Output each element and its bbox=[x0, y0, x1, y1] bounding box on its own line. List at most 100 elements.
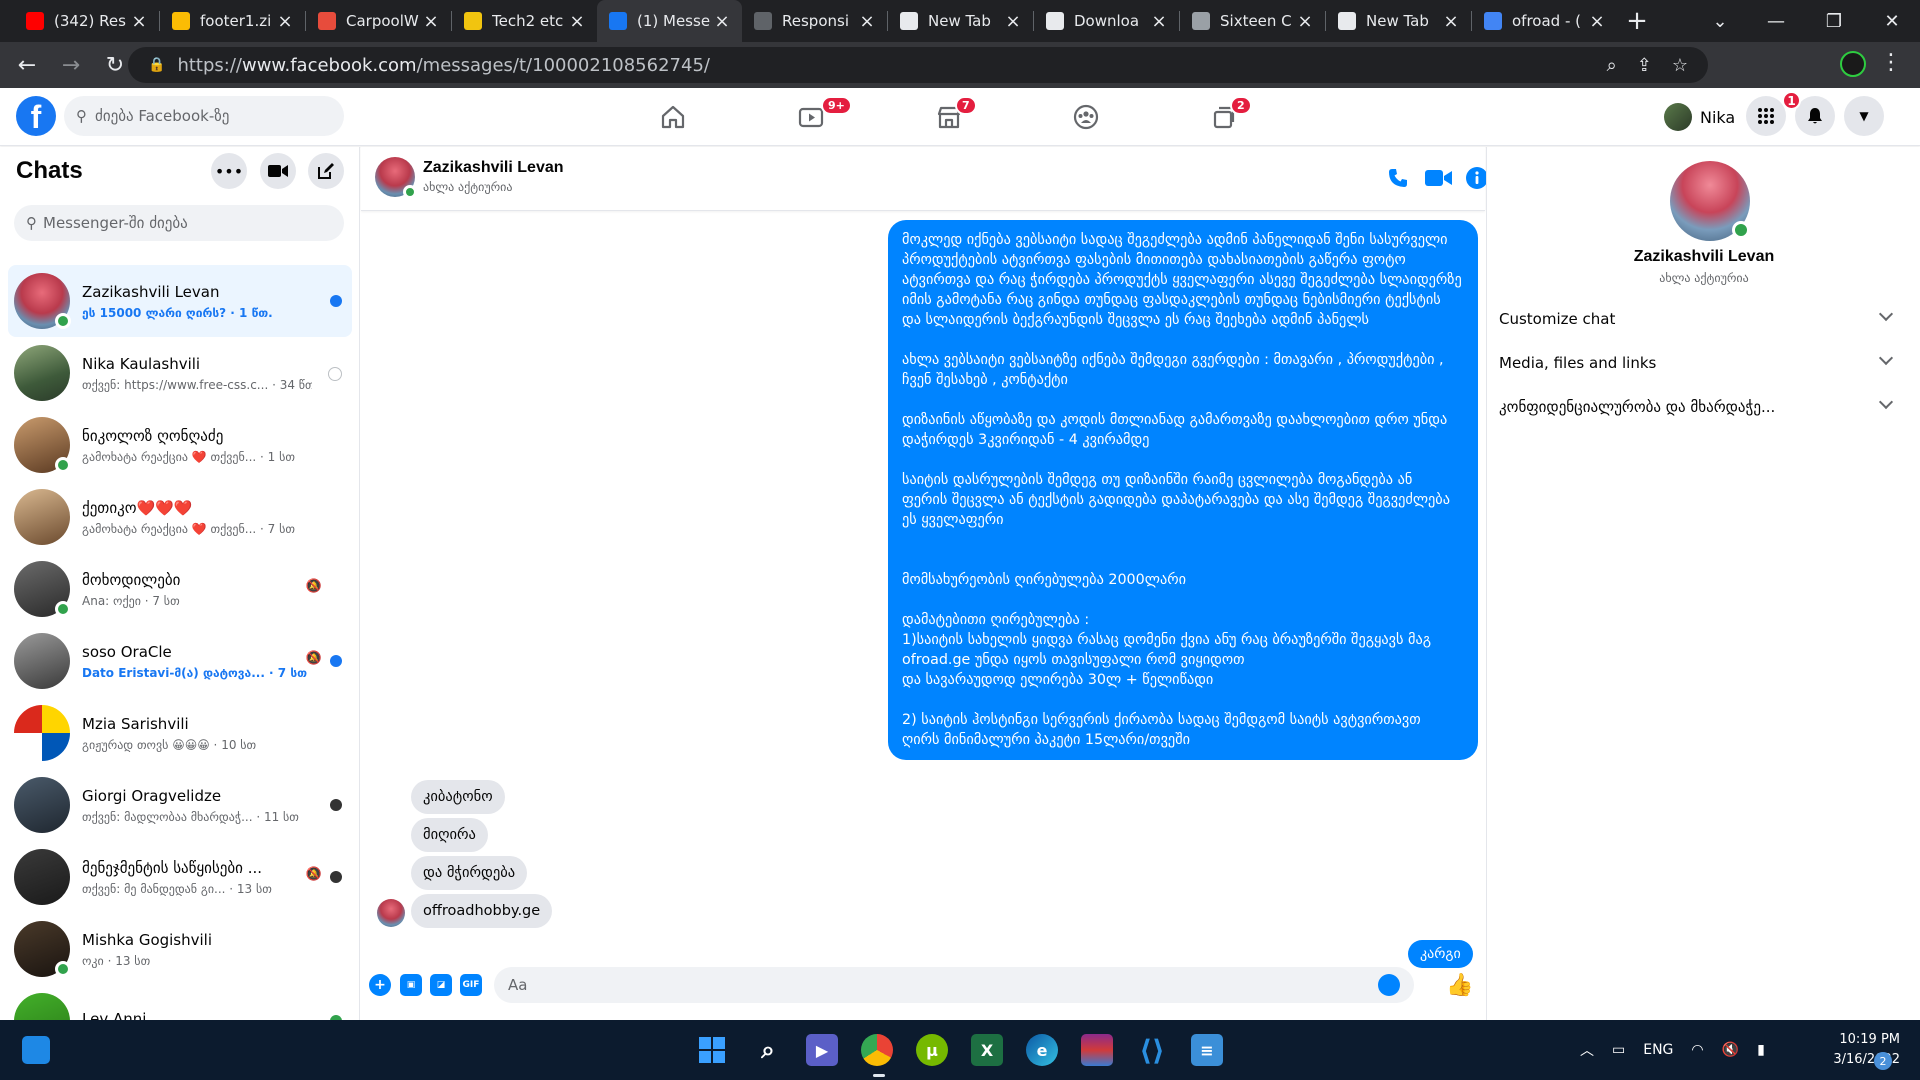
message-input[interactable]: Aa bbox=[494, 967, 1414, 1003]
conversation-name[interactable]: Zazikashvili Levan bbox=[423, 159, 564, 177]
teams-chat-icon[interactable]: ▶ bbox=[806, 1034, 838, 1066]
incoming-message[interactable]: მიღირა bbox=[411, 818, 488, 852]
chevron-up-icon[interactable]: ︿ bbox=[1580, 1040, 1594, 1060]
lock-icon[interactable]: 🔒 bbox=[148, 57, 165, 73]
chat-list-item[interactable]: მოხოდილები Ana: ოქეი · 7 სთ 🔕 bbox=[8, 553, 352, 625]
notification-count-badge[interactable]: 2 bbox=[1874, 1052, 1892, 1070]
notepad-icon[interactable]: ≡ bbox=[1191, 1034, 1223, 1066]
incoming-message[interactable]: და მჭირდება bbox=[411, 856, 528, 890]
tab-close-icon[interactable]: × bbox=[857, 11, 877, 32]
url-bar[interactable]: 🔒 https://www.facebook.com/messages/t/10… bbox=[128, 47, 1708, 83]
voice-call-button[interactable] bbox=[1383, 163, 1413, 193]
excel-icon[interactable]: X bbox=[971, 1034, 1003, 1066]
tab-close-icon[interactable]: × bbox=[712, 11, 732, 32]
sticker-icon[interactable]: ◪ bbox=[430, 974, 452, 996]
profile-shortcut[interactable]: Nika bbox=[1660, 98, 1743, 136]
browser-tab[interactable]: Downloa × bbox=[1034, 0, 1179, 42]
winrar-icon[interactable] bbox=[1081, 1034, 1113, 1066]
emoji-icon[interactable] bbox=[1378, 974, 1400, 996]
chat-list-item[interactable]: Mzia Sarishvili გიჟურად თოვს 😀😀😀 · 10 სთ bbox=[8, 697, 352, 769]
incoming-message[interactable]: კიბატონო bbox=[411, 780, 505, 814]
chat-list-item[interactable]: Mishka Gogishvili ოკი · 13 სთ bbox=[8, 913, 352, 985]
chat-options-icon[interactable]: ••• bbox=[211, 153, 247, 189]
messenger-search-input[interactable]: ⚲ Messenger-ში ძიება bbox=[14, 205, 344, 241]
more-actions-plus-icon[interactable]: + bbox=[369, 974, 391, 996]
browser-tab[interactable]: Responsi × bbox=[742, 0, 887, 42]
browser-tab[interactable]: (1) Messe × bbox=[597, 0, 742, 42]
chrome-icon[interactable] bbox=[861, 1034, 893, 1066]
tab-close-icon[interactable]: × bbox=[1587, 11, 1607, 32]
browser-tab[interactable]: New Tab × bbox=[1326, 0, 1471, 42]
widgets-icon[interactable] bbox=[22, 1036, 50, 1064]
browser-tab[interactable]: New Tab × bbox=[888, 0, 1033, 42]
tab-search-icon[interactable]: ⌄ bbox=[1692, 0, 1748, 42]
nav-marketplace[interactable]: 7 bbox=[893, 88, 1005, 146]
nav-gaming[interactable]: 2 bbox=[1168, 88, 1280, 146]
tab-close-icon[interactable]: × bbox=[1149, 11, 1169, 32]
media-files-row[interactable]: Media, files and links bbox=[1495, 341, 1905, 385]
chat-list-item[interactable]: soso OraCle Dato Eristavi-მ(ა) დატოვა... … bbox=[8, 625, 352, 697]
minimize-button[interactable]: — bbox=[1748, 0, 1804, 42]
edge-icon[interactable]: e bbox=[1026, 1034, 1058, 1066]
chat-list-item[interactable]: Zazikashvili Levan ეს 15000 ლარი ღირს? · … bbox=[8, 265, 352, 337]
message-thread[interactable]: მოკლედ იქნება ვებსაიტი სადაც შეგეძლება ა… bbox=[361, 212, 1485, 957]
restore-button[interactable]: ❐ bbox=[1806, 0, 1862, 42]
browser-menu-icon[interactable]: ⋮ bbox=[1880, 50, 1902, 75]
forward-icon[interactable]: → bbox=[54, 48, 88, 82]
attach-image-icon[interactable]: ▣ bbox=[400, 974, 422, 996]
zoom-icon[interactable]: ⌕ bbox=[1607, 55, 1617, 76]
browser-tab[interactable]: CarpoolW × bbox=[306, 0, 451, 42]
chat-list-item[interactable]: ნიკოლოზ ღონღაძე გამოხატა რეაქცია ❤️ თქვენ… bbox=[8, 409, 352, 481]
bookmark-star-icon[interactable]: ☆ bbox=[1672, 55, 1688, 76]
nav-groups[interactable] bbox=[1030, 88, 1142, 146]
vscode-icon[interactable]: ⟨⟩ bbox=[1136, 1034, 1168, 1067]
extension-icon[interactable] bbox=[1840, 51, 1866, 77]
chat-list-item[interactable]: Lev Anni bbox=[8, 985, 352, 1020]
nav-home[interactable] bbox=[617, 88, 729, 146]
tab-close-icon[interactable]: × bbox=[275, 11, 295, 32]
video-call-icon[interactable] bbox=[260, 153, 296, 189]
tab-close-icon[interactable]: × bbox=[567, 11, 587, 32]
chat-list-item[interactable]: Giorgi Oragvelidze თქვენ: მადლობაა მხარდა… bbox=[8, 769, 352, 841]
menu-grid-icon[interactable] bbox=[1746, 96, 1786, 136]
facebook-search-input[interactable]: ⚲ ძიება Facebook-ზე bbox=[64, 96, 344, 136]
browser-tab[interactable]: (342) Res × bbox=[14, 0, 159, 42]
search-icon[interactable]: ⌕ bbox=[752, 1034, 784, 1066]
customize-chat-row[interactable]: Customize chat bbox=[1495, 297, 1905, 341]
browser-tab[interactable]: Sixteen C × bbox=[1180, 0, 1325, 42]
devices-icon[interactable]: ▭ bbox=[1612, 1042, 1625, 1058]
browser-tab[interactable]: ofroad - (× bbox=[1472, 0, 1617, 42]
browser-tab[interactable]: footer1.zi × bbox=[160, 0, 305, 42]
incoming-message[interactable]: offroadhobby.ge bbox=[411, 894, 553, 928]
avatar[interactable] bbox=[1670, 161, 1750, 241]
utorrent-icon[interactable]: µ bbox=[916, 1034, 948, 1066]
language-indicator[interactable]: ENG bbox=[1643, 1042, 1673, 1058]
wifi-icon[interactable]: ◠ bbox=[1691, 1042, 1703, 1058]
gif-icon[interactable]: GIF bbox=[460, 974, 482, 996]
tab-close-icon[interactable]: × bbox=[129, 11, 149, 32]
facebook-logo-icon[interactable]: f bbox=[16, 96, 56, 136]
browser-tab[interactable]: Tech2 etc × bbox=[452, 0, 597, 42]
share-icon[interactable]: ⇪ bbox=[1637, 55, 1652, 76]
privacy-support-row[interactable]: კონფიდენციალურობა და მხარდაჭე... bbox=[1495, 385, 1905, 429]
video-call-button[interactable] bbox=[1424, 163, 1454, 193]
start-icon[interactable] bbox=[696, 1034, 728, 1066]
volume-muted-icon[interactable]: 🔇 bbox=[1722, 1042, 1739, 1058]
tab-close-icon[interactable]: × bbox=[1441, 11, 1461, 32]
back-icon[interactable]: ← bbox=[10, 48, 44, 82]
outgoing-message[interactable]: მოკლედ იქნება ვებსაიტი სადაც შეგეძლება ა… bbox=[888, 220, 1478, 760]
notifications-bell-icon[interactable] bbox=[1795, 96, 1835, 136]
account-menu-icon[interactable]: ▼ bbox=[1844, 96, 1884, 136]
reload-icon[interactable]: ↻ bbox=[98, 48, 132, 82]
chat-list-item[interactable]: მენეჯმენტის საწყისები ... თქვენ: მე მანდე… bbox=[8, 841, 352, 913]
new-message-icon[interactable] bbox=[308, 153, 344, 189]
thumbs-up-icon[interactable]: 👍 bbox=[1446, 973, 1473, 998]
tab-close-icon[interactable]: × bbox=[421, 11, 441, 32]
close-window-button[interactable]: ✕ bbox=[1864, 0, 1920, 42]
new-tab-button[interactable]: + bbox=[1617, 0, 1657, 42]
chat-list-item[interactable]: ქეთიკო❤️❤️❤️ გამოხატა რეაქცია ❤️ თქვენ...… bbox=[8, 481, 352, 553]
tab-close-icon[interactable]: × bbox=[1003, 11, 1023, 32]
chat-list-item[interactable]: Nika Kaulashvili თქვენ: https://www.free-… bbox=[8, 337, 352, 409]
battery-icon[interactable]: ▮ bbox=[1757, 1042, 1765, 1058]
nav-watch[interactable]: 9+ bbox=[755, 88, 867, 146]
